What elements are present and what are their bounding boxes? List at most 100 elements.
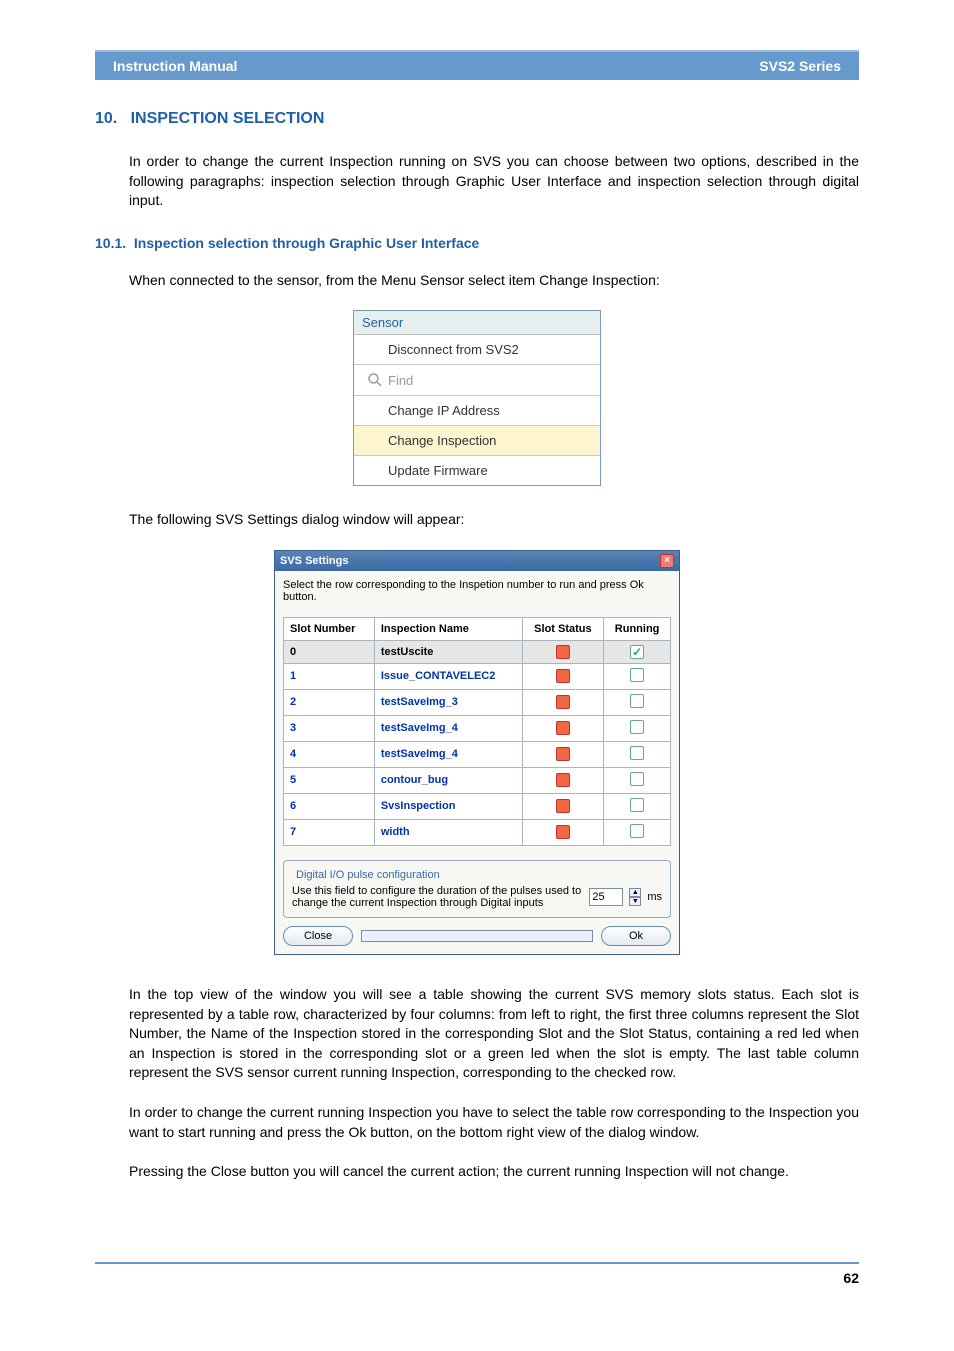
paragraph-1: In the top view of the window you will s… [129, 985, 859, 1083]
pulse-value-input[interactable] [589, 888, 623, 906]
menu-item[interactable]: Change IP Address [354, 396, 600, 426]
running-checkbox[interactable] [630, 720, 644, 734]
status-led-icon [556, 825, 570, 839]
chevron-down-icon[interactable]: ▼ [629, 897, 641, 906]
subsection-title: 10.1. Inspection selection through Graph… [95, 235, 859, 251]
pulse-legend: Digital I/O pulse configuration [292, 869, 444, 881]
paragraph-2: In order to change the current running I… [129, 1103, 859, 1142]
cell-slot-status [522, 741, 604, 767]
header-left: Instruction Manual [113, 58, 237, 74]
menu-item-label: Change IP Address [388, 403, 500, 418]
menu-item[interactable]: Disconnect from SVS2 [354, 335, 600, 365]
close-button[interactable]: Close [283, 926, 353, 946]
running-checkbox[interactable] [630, 798, 644, 812]
slots-table: Slot Number Inspection Name Slot Status … [283, 617, 671, 846]
cell-inspection-name: testSaveImg_3 [374, 689, 522, 715]
menu-item: Find [354, 365, 600, 396]
cell-slot-number: 0 [284, 640, 375, 663]
menu-item-label: Find [388, 373, 413, 388]
table-row[interactable]: 4testSaveImg_4 [284, 741, 671, 767]
cell-running [604, 689, 671, 715]
col-slot-status: Slot Status [522, 617, 604, 640]
pulse-spinner[interactable]: ▲ ▼ [629, 888, 641, 906]
cell-slot-status [522, 663, 604, 689]
svs-settings-dialog: SVS Settings × Select the row correspond… [274, 550, 680, 955]
status-led-icon [556, 773, 570, 787]
table-row[interactable]: 2testSaveImg_3 [284, 689, 671, 715]
status-led-icon [556, 747, 570, 761]
col-inspection-name: Inspection Name [374, 617, 522, 640]
table-row[interactable]: 3testSaveImg_4 [284, 715, 671, 741]
running-checkbox[interactable] [630, 746, 644, 760]
table-row[interactable]: 0testUscite ✓ [284, 640, 671, 663]
cell-inspection-name: testUscite [374, 640, 522, 663]
menu-title[interactable]: Sensor [354, 311, 600, 335]
cell-running [604, 663, 671, 689]
status-led-icon [556, 669, 570, 683]
subsection-line2: The following SVS Settings dialog window… [129, 510, 859, 530]
cell-inspection-name: width [374, 819, 522, 845]
cell-running [604, 793, 671, 819]
dialog-instruction: Select the row corresponding to the Insp… [283, 579, 671, 603]
cell-slot-status [522, 689, 604, 715]
table-row[interactable]: 7width [284, 819, 671, 845]
cell-running [604, 741, 671, 767]
cell-slot-number: 4 [284, 741, 375, 767]
running-checkbox[interactable]: ✓ [630, 645, 644, 659]
menu-item[interactable]: Update Firmware [354, 456, 600, 485]
col-slot-number: Slot Number [284, 617, 375, 640]
dialog-titlebar: SVS Settings × [275, 551, 679, 571]
cell-running [604, 715, 671, 741]
paragraph-3: Pressing the Close button you will cance… [129, 1162, 859, 1182]
pulse-config-group: Digital I/O pulse configuration Use this… [283, 860, 671, 918]
sensor-menu: Sensor Disconnect from SVS2 Find Change IP… [353, 310, 601, 486]
section-number: 10. [95, 110, 117, 127]
cell-slot-status [522, 767, 604, 793]
cell-running [604, 819, 671, 845]
running-checkbox[interactable] [630, 824, 644, 838]
chevron-up-icon[interactable]: ▲ [629, 888, 641, 897]
running-checkbox[interactable] [630, 694, 644, 708]
subsection-number: 10.1. [95, 235, 126, 251]
dialog-title: SVS Settings [280, 555, 348, 567]
running-checkbox[interactable] [630, 772, 644, 786]
status-led-icon [556, 721, 570, 735]
cell-slot-number: 7 [284, 819, 375, 845]
close-icon[interactable]: × [660, 554, 674, 568]
subsection-heading: Inspection selection through Graphic Use… [134, 235, 479, 251]
cell-slot-number: 3 [284, 715, 375, 741]
cell-slot-status [522, 793, 604, 819]
pulse-unit: ms [647, 891, 662, 903]
cell-inspection-name: contour_bug [374, 767, 522, 793]
cell-slot-number: 2 [284, 689, 375, 715]
page-header-bar: Instruction Manual SVS2 Series [95, 50, 859, 80]
cell-slot-number: 5 [284, 767, 375, 793]
pulse-msg: Use this field to configure the duration… [292, 885, 583, 909]
footer-rule [95, 1262, 859, 1264]
cell-running [604, 767, 671, 793]
cell-slot-number: 6 [284, 793, 375, 819]
ok-button[interactable]: Ok [601, 926, 671, 946]
col-running: Running [604, 617, 671, 640]
table-row[interactable]: 5contour_bug [284, 767, 671, 793]
table-row[interactable]: 6SvsInspection [284, 793, 671, 819]
cell-inspection-name: Issue_CONTAVELEC2 [374, 663, 522, 689]
table-row[interactable]: 1Issue_CONTAVELEC2 [284, 663, 671, 689]
menu-item-label: Update Firmware [388, 463, 488, 478]
header-right: SVS2 Series [759, 58, 841, 74]
cell-running: ✓ [604, 640, 671, 663]
subsection-line1: When connected to the sensor, from the M… [129, 271, 859, 291]
cell-slot-number: 1 [284, 663, 375, 689]
status-led-icon [556, 695, 570, 709]
running-checkbox[interactable] [630, 668, 644, 682]
menu-item[interactable]: Change Inspection [354, 426, 600, 456]
cell-inspection-name: SvsInspection [374, 793, 522, 819]
section-heading: INSPECTION SELECTION [131, 110, 325, 127]
page-number: 62 [95, 1270, 859, 1286]
section-title: 10. INSPECTION SELECTION [95, 110, 859, 128]
status-led-icon [556, 799, 570, 813]
cell-inspection-name: testSaveImg_4 [374, 715, 522, 741]
intro-paragraph: In order to change the current Inspectio… [129, 152, 859, 211]
cell-inspection-name: testSaveImg_4 [374, 741, 522, 767]
progress-bar [361, 930, 593, 942]
